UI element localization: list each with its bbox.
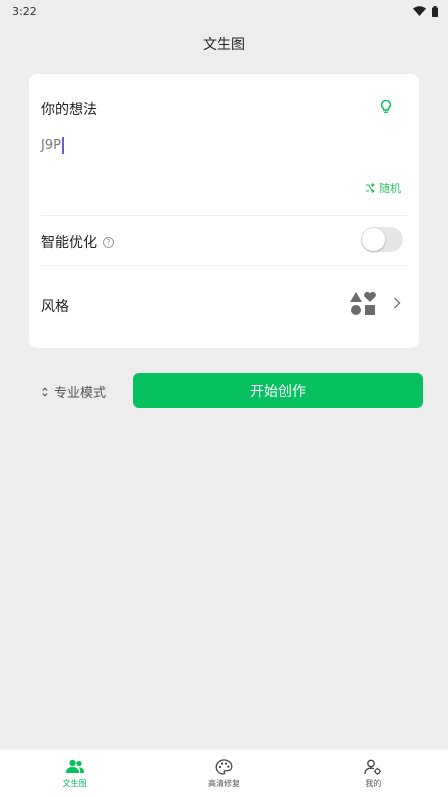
shapes-icon[interactable]: [349, 290, 377, 318]
bottom-tab-bar: 文生图 高清修复 我的: [0, 749, 448, 797]
idea-label: 你的想法: [41, 102, 97, 118]
wifi-icon: [413, 6, 426, 16]
palette-icon: [215, 759, 233, 775]
smart-optimize-label: 智能优化: [41, 235, 97, 251]
tab-text-to-image[interactable]: 文生图: [0, 750, 149, 797]
idea-input-value: J9P: [41, 137, 61, 153]
lightbulb-icon[interactable]: [379, 99, 393, 115]
tab-hd-restore[interactable]: 高清修复: [149, 750, 298, 797]
chevron-up-down-icon: [42, 386, 48, 397]
pro-mode-label: 专业模式: [54, 386, 107, 401]
random-label: 随机: [379, 182, 401, 195]
battery-icon: [432, 5, 438, 17]
text-caret: [61, 136, 64, 154]
smart-optimize-row: 智能优化 ?: [41, 232, 114, 252]
tab-label: 文生图: [62, 779, 87, 788]
pro-mode-toggle[interactable]: 专业模式: [42, 382, 106, 401]
style-label: 风格: [41, 299, 69, 315]
smart-optimize-toggle[interactable]: [361, 227, 403, 252]
help-icon[interactable]: ?: [103, 236, 114, 248]
status-time: 3:22: [12, 4, 37, 18]
tab-mine[interactable]: 我的: [299, 750, 448, 797]
divider: [41, 265, 407, 266]
toggle-knob: [362, 228, 385, 251]
status-icons: [413, 5, 438, 17]
user-settings-icon: [364, 759, 382, 775]
people-icon: [65, 759, 84, 773]
status-bar: 3:22: [0, 0, 448, 22]
random-button[interactable]: 随机: [365, 180, 401, 196]
shuffle-icon: [366, 183, 375, 193]
tab-label: 我的: [365, 779, 382, 788]
prompt-card: 你的想法 J9P 随机 智能优化 ? 风格: [29, 74, 419, 348]
idea-input[interactable]: J9P: [41, 134, 401, 156]
divider: [41, 215, 407, 216]
tab-label: 高清修复: [207, 779, 240, 788]
chevron-right-icon[interactable]: [393, 297, 401, 309]
page-title: 文生图: [203, 37, 245, 53]
start-create-button[interactable]: 开始创作: [133, 373, 423, 408]
